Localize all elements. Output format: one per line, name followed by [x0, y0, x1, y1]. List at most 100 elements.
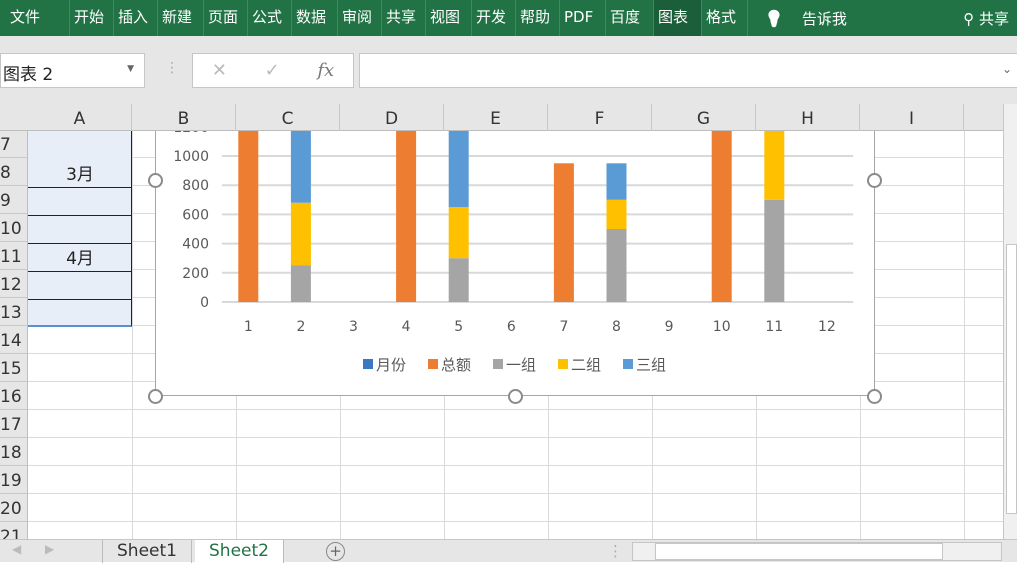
legend-swatch [363, 359, 373, 369]
column-header-h[interactable]: H [756, 104, 860, 131]
column-header-e[interactable]: E [444, 104, 548, 131]
x-tick-label: 10 [713, 319, 731, 335]
row-header-10[interactable]: 10 [0, 214, 28, 242]
column-header-c[interactable]: C [236, 104, 340, 131]
row-header-21[interactable]: 21 [0, 522, 28, 539]
column-a-range[interactable]: 3月 4月 [28, 131, 132, 327]
resize-handle[interactable] [867, 173, 882, 188]
ribbon-tab-6[interactable]: 数据 [292, 0, 338, 36]
legend-swatch [623, 359, 633, 369]
column-header-b[interactable]: B [132, 104, 236, 131]
expand-icon[interactable]: ⌄ [1002, 62, 1012, 76]
lightbulb-icon[interactable]: 💡 [764, 9, 784, 28]
gridline [28, 437, 1003, 438]
ribbon-tab-15[interactable]: 格式 [702, 0, 748, 36]
drag-handle-icon[interactable]: ⋮ [165, 60, 179, 76]
splitter-handle[interactable]: ⋮ [608, 542, 623, 560]
row-header-9[interactable]: 9 [0, 186, 28, 214]
row-header-8[interactable]: 8 [0, 158, 28, 186]
cell-a8[interactable]: 3月 [28, 161, 132, 189]
cell-a11[interactable]: 4月 [28, 245, 132, 273]
ribbon-tab-2[interactable]: 插入 [114, 0, 158, 36]
bar-一组-8 [606, 229, 627, 302]
resize-handle[interactable] [867, 389, 882, 404]
cancel-icon[interactable]: ✕ [212, 60, 227, 81]
horizontal-scrollbar[interactable] [632, 542, 1002, 561]
ribbon-tab-5[interactable]: 公式 [248, 0, 292, 36]
row-header-12[interactable]: 12 [0, 270, 28, 298]
ribbon-tab-8[interactable]: 共享 [382, 0, 426, 36]
insert-function-icon[interactable]: fx [317, 60, 334, 81]
formula-buttons: ✕ ✓ fx [192, 53, 354, 88]
tab-sheet2[interactable]: Sheet2 [195, 540, 284, 563]
scroll-thumb[interactable] [1006, 244, 1017, 514]
x-tick-label: 5 [454, 319, 463, 335]
bar-三组-8 [606, 163, 627, 200]
y-tick-label: 1200 [173, 131, 209, 136]
column-headers: ABCDEFGHI [0, 104, 1003, 131]
row-header-15[interactable]: 15 [0, 354, 28, 382]
row-header-18[interactable]: 18 [0, 438, 28, 466]
legend-label: 二组 [571, 356, 601, 374]
row-header-16[interactable]: 16 [0, 382, 28, 410]
formula-bar-area: 图表 2 ▼ ⋮ ✕ ✓ fx ⌄ [0, 36, 1017, 104]
scroll-thumb[interactable] [655, 543, 943, 560]
x-tick-label: 7 [559, 319, 568, 335]
next-sheet-icon[interactable]: ▶ [45, 542, 54, 556]
bar-总额-4 [396, 119, 417, 302]
formula-input[interactable]: ⌄ [359, 53, 1017, 88]
tab-sheet1[interactable]: Sheet1 [102, 540, 192, 563]
chart[interactable]: 020040060080010001200123456789101112月份总额… [155, 119, 875, 396]
ribbon-tab-13[interactable]: 百度 [606, 0, 654, 36]
ribbon-tab-14[interactable]: 图表 [654, 0, 702, 36]
legend-swatch [428, 359, 438, 369]
ribbon-tab-0[interactable]: 文件 [0, 0, 70, 36]
column-header-a[interactable]: A [28, 104, 132, 131]
user-icon: ⚲ [963, 9, 979, 28]
ribbon-tab-11[interactable]: 帮助 [516, 0, 560, 36]
row-header-19[interactable]: 19 [0, 466, 28, 494]
resize-handle[interactable] [148, 389, 163, 404]
ribbon-tab-4[interactable]: 页面 [204, 0, 248, 36]
resize-handle[interactable] [508, 389, 523, 404]
chevron-down-icon[interactable]: ▼ [127, 64, 134, 74]
column-header-d[interactable]: D [340, 104, 444, 131]
row-header-14[interactable]: 14 [0, 326, 28, 354]
row-header-13[interactable]: 13 [0, 298, 28, 326]
sheet-tabs-bar: ◀ ▶ Sheet1 Sheet2 + ⋮ [0, 539, 1017, 563]
row-header-20[interactable]: 20 [0, 494, 28, 522]
x-tick-label: 11 [765, 319, 783, 335]
y-tick-label: 600 [182, 207, 209, 223]
gridline [28, 465, 1003, 466]
ribbon-tab-12[interactable]: PDF [560, 0, 606, 36]
chart-svg: 020040060080010001200123456789101112月份总额… [173, 119, 854, 374]
share-button[interactable]: ⚲ 共享 [963, 8, 1009, 29]
x-tick-label: 12 [818, 319, 836, 335]
ribbon-tab-10[interactable]: 开发 [472, 0, 516, 36]
ribbon-tab-1[interactable]: 开始 [70, 0, 114, 36]
row-header-11[interactable]: 11 [0, 242, 28, 270]
ribbon-tab-7[interactable]: 审阅 [338, 0, 382, 36]
row-header-7[interactable]: 7 [0, 131, 28, 158]
y-tick-label: 400 [182, 237, 209, 253]
bar-一组-5 [448, 258, 469, 302]
gridline [28, 521, 1003, 522]
ribbon-tab-9[interactable]: 视图 [426, 0, 472, 36]
add-sheet-button[interactable]: + [326, 542, 345, 561]
x-tick-label: 1 [244, 319, 253, 335]
vertical-scrollbar[interactable] [1003, 104, 1017, 539]
enter-icon[interactable]: ✓ [265, 60, 280, 81]
row-header-17[interactable]: 17 [0, 410, 28, 438]
ribbon-tab-3[interactable]: 新建 [158, 0, 204, 36]
column-header-f[interactable]: F [548, 104, 652, 131]
tell-me-input[interactable]: 告诉我 [802, 8, 847, 29]
column-header-g[interactable]: G [652, 104, 756, 131]
column-header-i[interactable]: I [860, 104, 964, 131]
name-box[interactable]: 图表 2 ▼ [0, 53, 145, 88]
legend-label: 月份 [376, 356, 406, 374]
prev-sheet-icon[interactable]: ◀ [12, 542, 21, 556]
gridline [964, 131, 965, 539]
bar-二组-2 [290, 202, 311, 266]
resize-handle[interactable] [148, 173, 163, 188]
bar-总额-7 [553, 163, 574, 302]
